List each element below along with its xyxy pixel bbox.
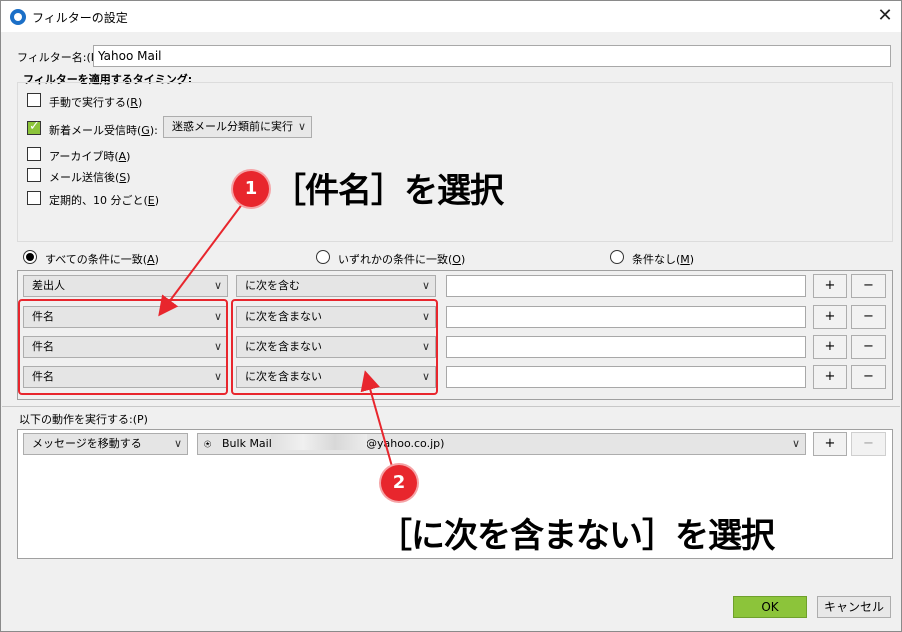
rule-3-value-input[interactable] xyxy=(446,336,806,358)
archive-checkbox[interactable] xyxy=(27,147,41,161)
chevron-down-icon: ∨ xyxy=(297,120,306,133)
step-1-caption: ［件名］を選択 xyxy=(272,171,504,211)
redacted-address xyxy=(271,434,367,450)
after-send-label: メール送信後(S) xyxy=(49,171,131,184)
rule-2-remove-button[interactable]: − xyxy=(851,305,886,329)
rule-1-field-select[interactable]: 差出人 ∨ xyxy=(23,275,228,297)
rule-1-value-input[interactable] xyxy=(446,275,806,297)
chevron-down-icon: ∨ xyxy=(173,437,182,450)
folder-account-icon: ⍟ xyxy=(204,437,212,451)
rule-1-add-button[interactable]: + xyxy=(813,274,847,298)
ok-button[interactable]: OK xyxy=(733,596,807,618)
filter-name-input[interactable]: Yahoo Mail xyxy=(93,45,891,67)
new-mail-checkbox[interactable]: ✓ xyxy=(27,119,41,135)
new-mail-timing-select[interactable]: 迷惑メール分類前に実行 ∨ xyxy=(163,116,312,138)
title-bar: フィルターの設定 ✕ xyxy=(1,1,901,32)
rule-1-remove-button[interactable]: − xyxy=(851,274,886,298)
new-mail-label: 新着メール受信時(G): xyxy=(49,124,158,137)
step-2-badge: 2 xyxy=(381,465,417,501)
rule-4-remove-button[interactable]: − xyxy=(851,365,886,389)
match-all-label: すべての条件に一致(A) xyxy=(45,253,159,266)
action-type-select[interactable]: メッセージを移動する ∨ xyxy=(23,433,188,455)
action-remove-button[interactable]: − xyxy=(851,432,886,456)
rule-2-value-input[interactable] xyxy=(446,306,806,328)
periodic-label: 定期的、10 分ごと(E) xyxy=(49,194,160,207)
after-send-checkbox[interactable] xyxy=(27,168,41,182)
periodic-checkbox[interactable] xyxy=(27,191,41,205)
rule-4-add-button[interactable]: + xyxy=(813,365,847,389)
archive-label: アーカイブ時(A) xyxy=(49,150,131,163)
rule-3-add-button[interactable]: + xyxy=(813,335,847,359)
match-none-radio[interactable] xyxy=(610,250,624,264)
section-divider xyxy=(2,406,900,407)
chevron-down-icon: ∨ xyxy=(791,437,800,450)
highlight-field-column xyxy=(18,299,228,395)
window-title: フィルターの設定 xyxy=(32,11,128,25)
thunderbird-icon xyxy=(10,9,26,25)
filter-name-label: フィルター名:(I) xyxy=(17,51,99,64)
action-add-button[interactable]: + xyxy=(813,432,847,456)
rule-2-add-button[interactable]: + xyxy=(813,305,847,329)
chevron-down-icon: ∨ xyxy=(421,279,430,292)
step-1-badge: 1 xyxy=(233,171,269,207)
match-none-label: 条件なし(M) xyxy=(632,253,695,266)
rule-3-remove-button[interactable]: − xyxy=(851,335,886,359)
step-2-caption: ［に次を含まない］を選択 xyxy=(378,516,775,556)
rule-4-value-input[interactable] xyxy=(446,366,806,388)
manual-run-label: 手動で実行する(R) xyxy=(49,96,143,109)
highlight-operator-column xyxy=(231,299,438,395)
chevron-down-icon: ∨ xyxy=(213,279,222,292)
match-any-radio[interactable] xyxy=(316,250,330,264)
match-all-radio[interactable] xyxy=(23,250,37,264)
checkmark-icon: ✓ xyxy=(29,119,40,134)
manual-run-checkbox[interactable] xyxy=(27,93,41,107)
rule-1-operator-select[interactable]: に次を含む ∨ xyxy=(236,275,436,297)
timing-group xyxy=(17,82,893,242)
folder-account-text: @yahoo.co.jp) xyxy=(366,437,445,450)
match-any-label: いずれかの条件に一致(O) xyxy=(338,253,466,266)
cancel-button[interactable]: キャンセル xyxy=(817,596,891,618)
close-icon[interactable]: ✕ xyxy=(873,5,897,27)
actions-heading: 以下の動作を実行する:(P) xyxy=(19,413,148,426)
